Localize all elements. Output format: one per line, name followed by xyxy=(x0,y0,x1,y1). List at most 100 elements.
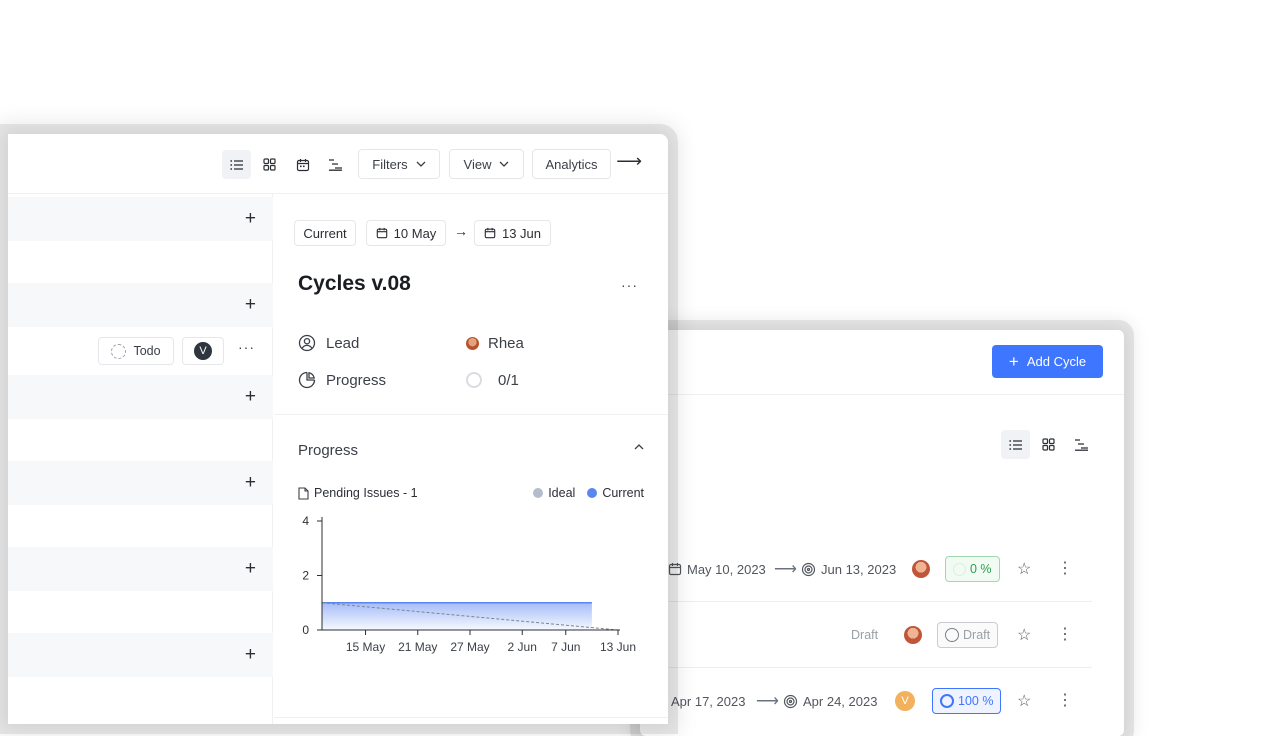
cycle-detail-window: Filters View Analytics ⟶ + + Todo V ··· … xyxy=(8,134,668,724)
toolbar: Filters View Analytics ⟶ xyxy=(8,134,668,194)
start-date-chip[interactable]: 10 May xyxy=(366,220,446,246)
cycle-row[interactable]: Apr 17, 2023 ⟶ Apr 24, 2023 V 100 % ☆ ⋮ xyxy=(640,668,1092,734)
document-icon xyxy=(298,486,309,500)
group-header: + xyxy=(8,633,273,677)
progress-ring-icon xyxy=(940,694,954,708)
analytics-button[interactable]: Analytics xyxy=(532,149,611,179)
lead-value[interactable]: Rhea xyxy=(466,335,524,352)
kebab-menu-icon[interactable]: ⋮ xyxy=(1057,624,1073,644)
x-tick-label: 27 May xyxy=(450,640,489,654)
star-icon[interactable]: ☆ xyxy=(1017,625,1031,645)
star-icon[interactable]: ☆ xyxy=(1017,691,1031,711)
add-issue-icon[interactable]: + xyxy=(245,295,256,314)
more-icon[interactable]: ··· xyxy=(621,277,638,293)
legend-dot xyxy=(587,488,598,498)
burndown-chart: 0 2 4 15 May 21 May 27 May 2 Jun 7 Jun 13 Jun xyxy=(302,514,636,654)
progress-ring-icon xyxy=(466,372,482,388)
add-issue-icon[interactable]: + xyxy=(245,387,256,406)
arrow-right-icon: ⟶ xyxy=(774,561,797,578)
gantt-layout-icon[interactable] xyxy=(321,150,350,179)
assignee-pill[interactable]: V xyxy=(182,337,224,365)
avatar: V xyxy=(194,342,212,360)
chevron-up-icon[interactable] xyxy=(634,444,644,450)
cycle-detail-panel: Current 10 May → 13 Jun Cycles v.08 ··· … xyxy=(274,194,668,724)
draft-label: Draft xyxy=(851,628,879,642)
gantt-layout-icon[interactable] xyxy=(1067,430,1096,459)
group-header: + xyxy=(8,375,273,419)
section-divider xyxy=(274,414,668,415)
group-header: + xyxy=(8,461,273,505)
x-tick-label: 2 Jun xyxy=(508,640,537,654)
issue-row[interactable]: Todo V ··· xyxy=(8,325,273,375)
cycle-end-date: Apr 24, 2023 xyxy=(783,694,877,709)
chevron-down-icon xyxy=(500,161,509,167)
board-layout-icon[interactable] xyxy=(255,150,284,179)
avatar xyxy=(904,626,922,644)
todo-state-icon xyxy=(111,343,127,359)
arrow-right-icon: ⟶ xyxy=(756,693,779,710)
progress-badge: 0 % xyxy=(945,556,1000,582)
cycles-list-window: + Add Cycle May 10, 2023 ⟶ Jun 13, 2023 … xyxy=(640,330,1124,736)
star-icon[interactable]: ☆ xyxy=(1017,559,1031,579)
add-issue-icon[interactable]: + xyxy=(245,559,256,578)
view-button[interactable]: View xyxy=(449,149,524,179)
status-chip: Current xyxy=(294,220,356,246)
progress-ring-icon xyxy=(953,562,966,576)
chevron-down-icon xyxy=(416,161,426,167)
add-issue-icon[interactable]: + xyxy=(245,209,256,228)
x-tick-label: 7 Jun xyxy=(551,640,580,654)
x-tick-label: 13 Jun xyxy=(600,640,636,654)
add-issue-icon[interactable]: + xyxy=(245,473,256,492)
plus-icon: + xyxy=(1008,352,1019,371)
target-icon xyxy=(801,562,816,576)
cycle-row[interactable]: May 10, 2023 ⟶ Jun 13, 2023 0 % ☆ ⋮ xyxy=(640,536,1092,602)
user-circle-icon xyxy=(298,334,316,352)
kebab-menu-icon[interactable]: ⋮ xyxy=(1057,690,1073,710)
more-icon[interactable]: ··· xyxy=(238,339,255,355)
header-divider xyxy=(640,394,1124,395)
progress-ring-icon xyxy=(945,628,959,642)
calendar-icon xyxy=(376,227,387,239)
pie-chart-icon xyxy=(298,371,316,389)
cycle-start-date: May 10, 2023 xyxy=(668,562,766,577)
group-header: + xyxy=(8,283,273,327)
cycle-start-date: Apr 17, 2023 xyxy=(652,694,745,709)
add-cycle-label: Add Cycle xyxy=(1026,354,1087,369)
target-icon xyxy=(783,694,798,708)
group-header: + xyxy=(8,547,273,591)
arrow-right-icon: → xyxy=(454,223,468,239)
progress-property: Progress 0/1 xyxy=(298,368,519,392)
arrow-right-icon[interactable]: ⟶ xyxy=(616,151,642,172)
cycle-end-date: Jun 13, 2023 xyxy=(801,562,896,577)
panel-bottom-divider xyxy=(274,717,668,718)
end-date-chip[interactable]: 13 Jun xyxy=(474,220,551,246)
progress-section-title: Progress xyxy=(298,442,359,459)
calendar-icon xyxy=(484,227,496,239)
list-layout-icon[interactable] xyxy=(222,150,251,179)
y-tick-label: 0 xyxy=(302,623,309,637)
x-tick-label: 21 May xyxy=(398,640,437,654)
group-header: + xyxy=(8,197,273,241)
x-tick-label: 15 May xyxy=(346,640,385,654)
kebab-menu-icon[interactable]: ⋮ xyxy=(1057,558,1073,578)
add-cycle-button[interactable]: + Add Cycle xyxy=(992,345,1103,378)
progress-badge: 100 % xyxy=(932,688,1002,714)
state-pill[interactable]: Todo xyxy=(98,337,174,365)
add-issue-icon[interactable]: + xyxy=(245,645,256,664)
progress-badge: Draft xyxy=(937,622,999,648)
cycle-row[interactable]: Draft Draft ☆ ⋮ xyxy=(640,602,1092,668)
avatar xyxy=(466,336,479,350)
legend-ideal: Ideal xyxy=(533,486,575,500)
filters-button[interactable]: Filters xyxy=(358,149,440,179)
avatar xyxy=(912,560,930,578)
list-layout-icon[interactable] xyxy=(1001,430,1030,459)
legend-current: Current xyxy=(587,486,644,500)
cycle-title: Cycles v.08 xyxy=(298,272,411,295)
avatar: V xyxy=(895,691,915,711)
calendar-layout-icon[interactable] xyxy=(288,150,317,179)
lead-property: Lead Rhea xyxy=(298,331,524,355)
chart-legend: Ideal Current xyxy=(533,486,644,500)
issue-groups-column: + + Todo V ··· + + + + xyxy=(8,194,273,724)
board-layout-icon[interactable] xyxy=(1034,430,1063,459)
layout-switcher xyxy=(1001,430,1096,459)
